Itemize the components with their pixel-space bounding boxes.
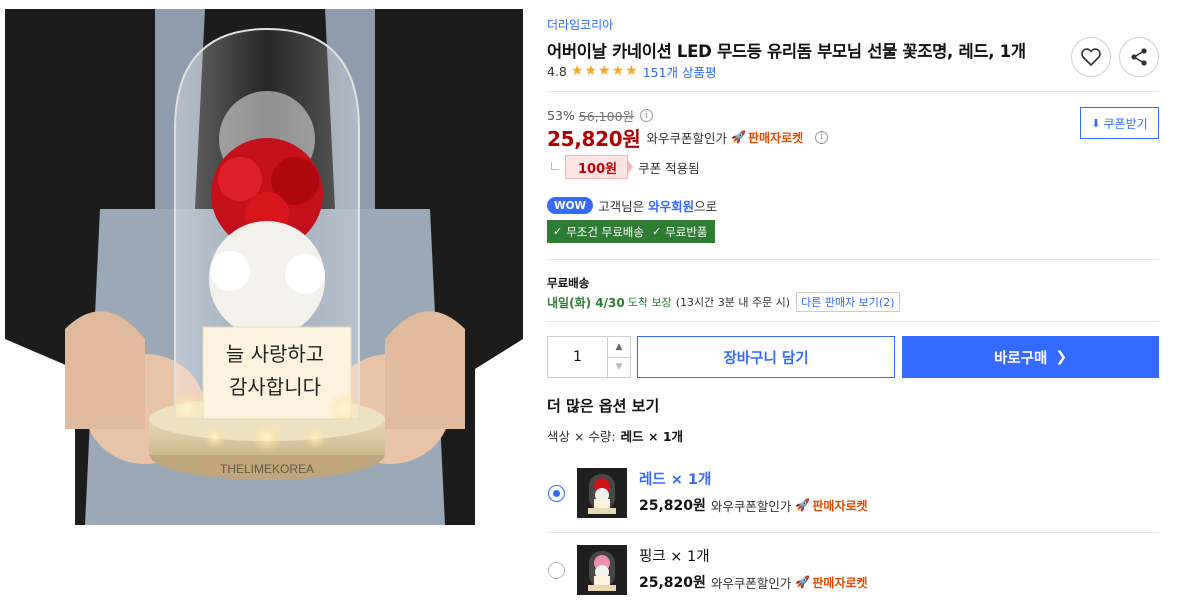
brand-link[interactable]: 더라임코리아 — [547, 16, 613, 33]
option-wow-coupon: 와우쿠폰할인가 — [710, 498, 792, 514]
option-name: 레드 × 1개 — [639, 472, 712, 488]
rocket-icon: 🚀 — [795, 498, 811, 512]
star-icon: ★ — [584, 63, 598, 79]
benefit-free-shipping: 무조건 무료배송 — [566, 224, 644, 239]
discount-rate: 53% — [547, 108, 575, 123]
rating-stars: ★ ★ ★ ★ ★ — [571, 64, 638, 78]
divider — [547, 259, 1159, 260]
star-icon: ★ — [598, 63, 611, 79]
option-price-row: 25,820원 와우쿠폰할인가 🚀 판매자로켓 — [639, 495, 880, 515]
wow-member-link[interactable]: 와우회원 — [648, 196, 694, 215]
wow-benefit-bar: ✓ 무조건 무료배송 ✓ 무료반품 — [547, 220, 716, 243]
heart-icon — [1081, 48, 1101, 66]
share-icon — [1131, 48, 1147, 66]
star-icon: ★ — [625, 63, 638, 79]
product-main-image[interactable]: THELIMEKOREA 늘 사랑하고 감사합니다 — [5, 9, 523, 525]
product-info-panel: 더라임코리아 어버이날 카네이션 LED 무드등 유리돔 부모님 선물 꽃조명,… — [547, 0, 1159, 612]
divider — [547, 91, 1159, 92]
option-rocket-label: 판매자로켓 — [812, 575, 868, 590]
option-radio[interactable] — [548, 485, 565, 502]
option-item[interactable]: 레드 × 1개 25,820원 와우쿠폰할인가 🚀 판매자로켓 — [547, 462, 1159, 528]
wow-coupon-label: 와우쿠폰할인가 — [646, 130, 727, 146]
quantity-arrows: ▲ ▼ — [608, 337, 630, 377]
option-price: 25,820원 — [639, 498, 706, 514]
selected-option-summary: 색상 × 수량: 레드 × 1개 — [547, 426, 683, 445]
review-count-link[interactable]: 151개 상품평 — [643, 62, 717, 81]
sign-line1: 늘 사랑하고 — [226, 342, 324, 366]
add-to-cart-button[interactable]: 장바구니 담기 — [637, 336, 895, 378]
rating-value: 4.8 — [547, 63, 567, 79]
star-icon: ★ — [570, 63, 584, 79]
check-icon: ✓ — [553, 225, 563, 238]
option-thumbnail — [577, 468, 627, 518]
divider — [547, 532, 1159, 533]
option-item[interactable]: 핑크 × 1개 25,820원 와우쿠폰할인가 🚀 판매자로켓 — [547, 539, 1159, 605]
delivery-note: (13시간 3분 내 주문 시) — [675, 296, 791, 309]
chevron-right-icon: ❯ — [1055, 349, 1068, 365]
divider — [547, 321, 1159, 322]
other-sellers-button[interactable]: 다른 판매자 보기(2) — [796, 292, 900, 312]
rocket-icon: 🚀 — [795, 575, 811, 589]
rating-row: 4.8 ★ ★ ★ ★ ★ 151개 상품평 — [547, 62, 717, 81]
elbow-connector — [551, 162, 559, 170]
wow-prefix: 고객님은 — [598, 199, 645, 214]
coupon-download-label: 쿠폰받기 — [1103, 116, 1148, 131]
option-rocket-label: 판매자로켓 — [812, 498, 868, 513]
product-title: 어버이날 카네이션 LED 무드등 유리돔 부모님 선물 꽃조명, 레드, 1개 — [547, 42, 1026, 61]
coupon-applied-text: 쿠폰 적용됨 — [638, 160, 700, 176]
wow-badge: WOW — [547, 197, 594, 214]
shipping-label: 무료배송 — [547, 276, 590, 290]
share-button[interactable] — [1119, 37, 1159, 77]
more-options-title: 더 많은 옵션 보기 — [547, 397, 660, 415]
quantity-input[interactable]: 1 — [548, 337, 608, 377]
sign-line2: 감사합니다 — [229, 375, 321, 399]
seller-rocket-label: 판매자로켓 — [747, 130, 804, 145]
option-thumbnail-image — [577, 545, 627, 595]
option-price: 25,820원 — [639, 575, 706, 591]
quantity-increase-icon[interactable]: ▲ — [608, 337, 630, 357]
selected-option-label: 색상 × 수량: — [547, 429, 616, 444]
wow-suffix: 으로 — [694, 199, 718, 214]
buy-now-button[interactable]: 바로구매 ❯ — [902, 336, 1159, 378]
option-thumbnail — [577, 545, 627, 595]
delivery-guarantee: 도착 보장 — [627, 296, 672, 309]
delivery-date: 내일(화) 4/30 — [547, 295, 625, 310]
buy-now-label: 바로구매 — [993, 350, 1048, 367]
coupon-amount-tag: 100원 — [565, 155, 634, 179]
base-engraving: THELIMEKOREA — [220, 462, 314, 476]
delivery-estimate-row: 내일(화) 4/30 도착 보장 (13시간 3분 내 주문 시) 다른 판매자… — [547, 292, 900, 312]
option-price-row: 25,820원 와우쿠폰할인가 🚀 판매자로켓 — [639, 572, 880, 592]
option-rocket-badge: 🚀 판매자로켓 — [795, 574, 867, 591]
star-icon: ★ — [611, 63, 625, 79]
info-icon[interactable]: i — [640, 109, 654, 122]
check-icon: ✓ — [651, 225, 662, 238]
wishlist-button[interactable] — [1071, 37, 1111, 77]
sale-price-row: 25,820원 와우쿠폰할인가 🚀 판매자로켓 i — [547, 125, 829, 151]
quantity-stepper[interactable]: 1 ▲ ▼ — [547, 336, 631, 378]
product-photo: THELIMEKOREA 늘 사랑하고 감사합니다 — [5, 9, 523, 525]
option-radio[interactable] — [548, 562, 565, 579]
selected-option-value: 레드 × 1개 — [620, 429, 684, 444]
sale-price: 25,820원 — [547, 126, 641, 151]
quantity-decrease-icon[interactable]: ▼ — [608, 356, 630, 378]
option-rocket-badge: 🚀 판매자로켓 — [795, 497, 867, 514]
coupon-download-button[interactable]: ⬇ 쿠폰받기 — [1080, 107, 1159, 139]
option-thumbnail-image — [577, 468, 627, 518]
seller-rocket-badge: 🚀 판매자로켓 — [731, 129, 803, 146]
coupon-applied-row: 100원 쿠폰 적용됨 — [547, 155, 700, 179]
rocket-icon: 🚀 — [731, 130, 746, 144]
wow-member-row: WOW 고객님은 와우회원 으로 — [547, 196, 717, 215]
info-icon[interactable]: i — [815, 130, 829, 144]
download-icon: ⬇ — [1091, 116, 1101, 130]
option-name: 핑크 × 1개 — [639, 549, 710, 565]
option-wow-coupon: 와우쿠폰할인가 — [710, 575, 792, 591]
benefit-free-return: 무료반품 — [665, 224, 708, 239]
